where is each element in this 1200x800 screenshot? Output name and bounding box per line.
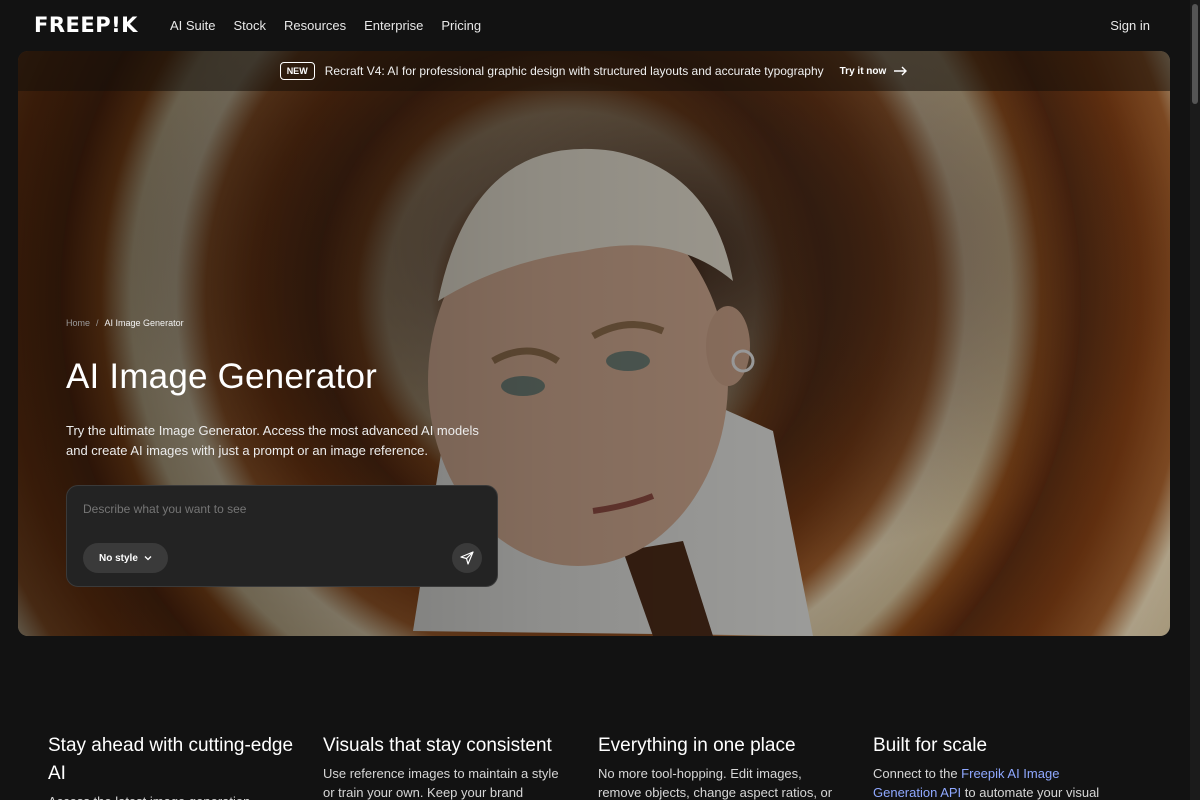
nav-links: AI Suite Stock Resources Enterprise Pric… — [170, 18, 481, 33]
feature-title: Visuals that stay consistent — [323, 735, 552, 756]
feature-title: Everything in one place — [598, 735, 796, 756]
breadcrumb-separator: / — [96, 318, 99, 328]
feature-text-after: to automate your visual — [961, 785, 1100, 800]
hero-description: Try the ultimate Image Generator. Access… — [66, 423, 479, 458]
try-it-now-link[interactable]: Try it now — [840, 66, 909, 77]
hero-section: NEW Recraft V4: AI for professional grap… — [18, 51, 1170, 636]
nav-link-pricing[interactable]: Pricing — [441, 18, 481, 33]
feature-text: No more tool-hopping. Edit images, remov… — [598, 766, 833, 800]
top-navbar: FREEP!K AI Suite Stock Resources Enterpr… — [0, 0, 1200, 50]
breadcrumb-home[interactable]: Home — [66, 318, 90, 328]
feature-text: Access the latest image generation — [48, 792, 297, 800]
send-icon — [460, 551, 474, 565]
feature-consistent: Visuals that stay consistent Use referen… — [323, 732, 598, 800]
page-title: AI Image Generator — [66, 357, 377, 396]
nav-link-enterprise[interactable]: Enterprise — [364, 18, 423, 33]
announcement-bar: NEW Recraft V4: AI for professional grap… — [18, 51, 1170, 91]
chevron-down-icon — [144, 556, 152, 561]
nav-link-resources[interactable]: Resources — [284, 18, 346, 33]
feature-title: Stay ahead with cutting-edge AI — [48, 735, 294, 784]
style-selector-label: No style — [99, 552, 138, 564]
prompt-box: No style — [66, 485, 498, 587]
breadcrumb: Home / AI Image Generator — [66, 318, 184, 328]
feature-scale: Built for scale Connect to the Freepik A… — [873, 732, 1148, 800]
nav-link-ai-suite[interactable]: AI Suite — [170, 18, 216, 33]
sign-in-link[interactable]: Sign in — [1110, 18, 1150, 33]
feature-text-before: Connect to the — [873, 766, 962, 781]
freepik-logo[interactable]: FREEP!K — [34, 13, 138, 37]
feature-cutting-edge: Stay ahead with cutting-edge AI Access t… — [48, 732, 323, 800]
feature-text: Connect to the Freepik AI Image Generati… — [873, 764, 1122, 800]
feature-text: Use reference images to maintain a style… — [323, 766, 559, 800]
nav-link-stock[interactable]: Stock — [233, 18, 266, 33]
prompt-input[interactable] — [83, 502, 463, 516]
feature-title: Built for scale — [873, 735, 988, 756]
scrollbar-thumb[interactable] — [1192, 4, 1198, 104]
breadcrumb-current: AI Image Generator — [104, 318, 184, 328]
style-selector-button[interactable]: No style — [83, 543, 168, 573]
announcement-text: Recraft V4: AI for professional graphic … — [324, 64, 824, 78]
feature-one-place: Everything in one place No more tool-hop… — [598, 732, 873, 800]
page-scrollbar[interactable] — [1190, 0, 1200, 800]
features-row: Stay ahead with cutting-edge AI Access t… — [48, 732, 1148, 800]
send-button[interactable] — [452, 543, 482, 573]
arrow-right-icon — [894, 66, 908, 76]
new-badge: NEW — [279, 62, 315, 80]
try-it-now-label: Try it now — [839, 65, 887, 77]
